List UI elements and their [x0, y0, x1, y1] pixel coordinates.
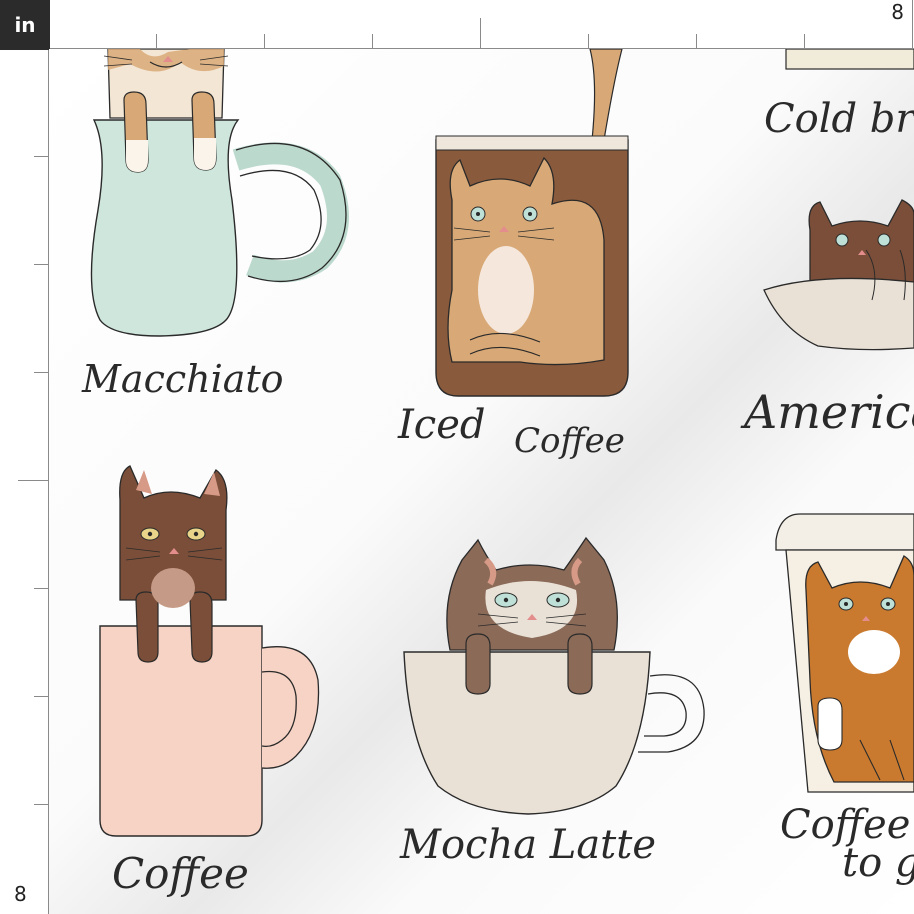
ruler-tick	[34, 156, 48, 157]
top-ruler: 8	[50, 0, 914, 49]
ruler-tick	[804, 34, 805, 48]
left-ruler-end-label: 8	[14, 882, 27, 906]
ruler-tick	[34, 804, 48, 805]
fabric-preview: Macchiato Iced Coffee Cold brew American…	[49, 49, 914, 914]
ruler-tick	[34, 264, 48, 265]
ruler-tick	[34, 696, 48, 697]
ruler-tick	[34, 372, 48, 373]
ruler-tick	[34, 588, 48, 589]
ruler-tick	[912, 0, 913, 48]
ruler-tick	[18, 480, 48, 481]
unit-badge: in	[0, 0, 50, 50]
mocha-latte-label: Mocha Latte	[399, 822, 656, 868]
ruler-tick	[480, 18, 481, 48]
ruler-tick	[696, 34, 697, 48]
coffee-label: Coffee	[112, 849, 249, 898]
ruler-tick	[156, 34, 157, 48]
ruler-tick	[264, 34, 265, 48]
coffee-to-go-label-line2: to go	[842, 840, 914, 886]
left-ruler: 8	[0, 50, 49, 914]
americano-label: Americano	[740, 385, 914, 439]
iced-coffee-label-line2: Coffee	[514, 421, 625, 461]
iced-coffee-label-line1: Iced	[397, 402, 485, 448]
top-ruler-end-label: 8	[891, 0, 904, 24]
cold-brew-label: Cold brew	[764, 96, 914, 142]
ruler-tick	[588, 34, 589, 48]
ruler-tick	[372, 34, 373, 48]
cold-brew-jar	[785, 49, 914, 70]
macchiato-label: Macchiato	[81, 357, 284, 401]
